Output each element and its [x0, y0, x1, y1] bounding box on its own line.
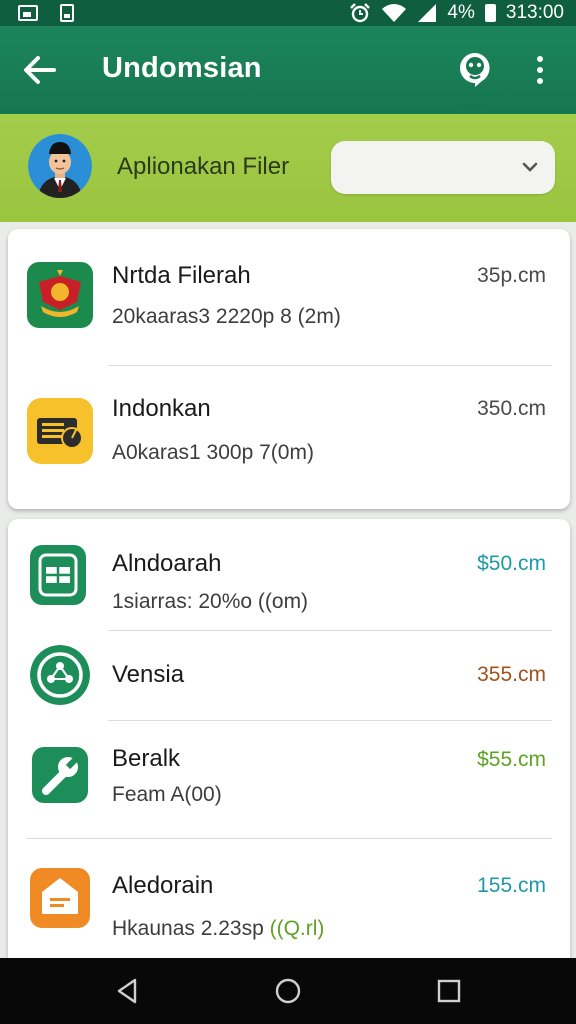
filter-label: Aplionakan Filer: [117, 153, 290, 180]
status-bar: 4% 313:00: [0, 0, 576, 26]
wifi-icon: [382, 4, 407, 22]
list-item[interactable]: Aledorain Hkaunas 2.23sp ((Q.rl) 155.cm: [8, 839, 570, 969]
list-item[interactable]: Indonkan A0karas1 300p 7(0m) 350.cm: [8, 366, 570, 509]
chevron-down-icon: [522, 162, 538, 172]
item-price: $55.cm: [477, 748, 546, 771]
filter-dropdown[interactable]: [331, 141, 555, 194]
item-subtitle: Hkaunas 2.23sp ((Q.rl): [112, 917, 324, 941]
back-icon[interactable]: [113, 976, 143, 1006]
list-item[interactable]: Vensia 355.cm: [8, 631, 570, 720]
item-subtitle: 1siarras: 20%o ((om): [112, 590, 309, 613]
chat-bot-icon[interactable]: [456, 50, 494, 88]
sd-card-notification-icon: [60, 4, 74, 22]
item-title: Alndoarah: [112, 550, 222, 577]
item-price: 155.cm: [477, 874, 546, 897]
system-nav-bar: [0, 958, 576, 1024]
avatar[interactable]: [28, 134, 92, 198]
item-title: Aledorain: [112, 872, 214, 899]
item-price: 35p.cm: [477, 264, 546, 287]
indonesia-emblem-icon: [27, 262, 93, 328]
radio-icon: [27, 398, 93, 464]
alarm-icon: [350, 3, 371, 23]
item-title: Indonkan: [112, 395, 211, 422]
recents-icon[interactable]: [434, 976, 464, 1006]
item-price: 355.cm: [477, 663, 546, 686]
item-subtitle-highlight: ((Q.rl): [269, 917, 325, 940]
signal-icon: [418, 4, 437, 22]
gallery-notification-icon: [18, 5, 38, 21]
list-item[interactable]: Alndoarah 1siarras: 20%o ((om) $50.cm: [8, 519, 570, 630]
item-subtitle: 20kaaras3 2220p 8 (2m): [112, 305, 341, 328]
wrench-icon: [32, 747, 88, 803]
item-title: Nrtda Filerah: [112, 262, 251, 289]
status-time: 313:00: [505, 2, 564, 23]
page-title: Undomsian: [102, 52, 262, 84]
item-subtitle-text: Hkaunas 2.23sp: [112, 917, 270, 940]
more-options-icon[interactable]: [528, 54, 552, 86]
item-price: $50.cm: [477, 552, 546, 575]
home-icon[interactable]: [273, 976, 303, 1006]
item-subtitle: Feam A(00): [112, 783, 222, 806]
item-title: Beralk: [112, 745, 181, 772]
list-item[interactable]: Nrtda Filerah 20kaaras3 2220p 8 (2m) 35p…: [8, 229, 570, 365]
app-bar: Undomsian: [0, 26, 576, 114]
battery-icon: [484, 4, 496, 22]
back-arrow-icon[interactable]: [22, 54, 58, 86]
network-icon: [30, 645, 90, 705]
item-subtitle: A0karas1 300p 7(0m): [112, 441, 314, 464]
file-card-2: Alndoarah 1siarras: 20%o ((om) $50.cm Ve…: [8, 519, 570, 969]
house-icon: [30, 868, 90, 928]
list-item[interactable]: Beralk Feam A(00) $55.cm: [8, 721, 570, 838]
spreadsheet-icon: [30, 545, 86, 605]
item-title: Vensia: [112, 661, 185, 688]
item-price: 350.cm: [477, 397, 546, 420]
file-card-1: Nrtda Filerah 20kaaras3 2220p 8 (2m) 35p…: [8, 229, 570, 509]
battery-percent: 4%: [447, 2, 475, 23]
